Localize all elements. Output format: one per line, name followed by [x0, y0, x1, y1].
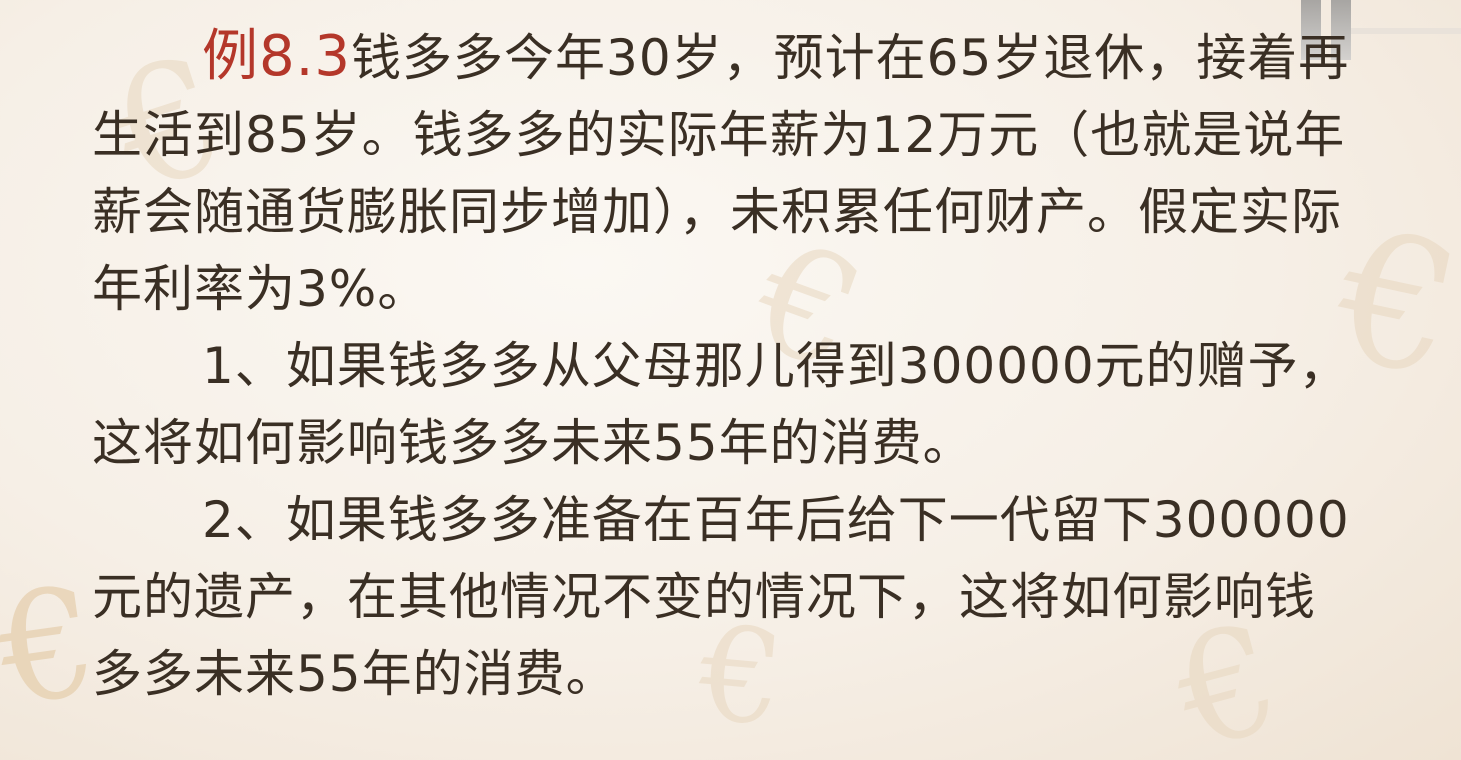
- slide-content: 例8.3钱多多今年30岁，预计在65岁退休，接着再生活到85岁。钱多多的实际年薪…: [92, 18, 1362, 713]
- question-2: 2、如果钱多多准备在百年后给下一代留下300000元的遗产，在其他情况不变的情况…: [92, 491, 1350, 703]
- example-title: 例8.3: [202, 24, 352, 89]
- example-paragraph: 例8.3钱多多今年30岁，预计在65岁退休，接着再生活到85岁。钱多多的实际年薪…: [92, 18, 1362, 328]
- question-1: 1、如果钱多多从父母那儿得到300000元的赠予，这将如何影响钱多多未来55年的…: [92, 337, 1350, 472]
- corner-line-decoration: [1351, 28, 1461, 34]
